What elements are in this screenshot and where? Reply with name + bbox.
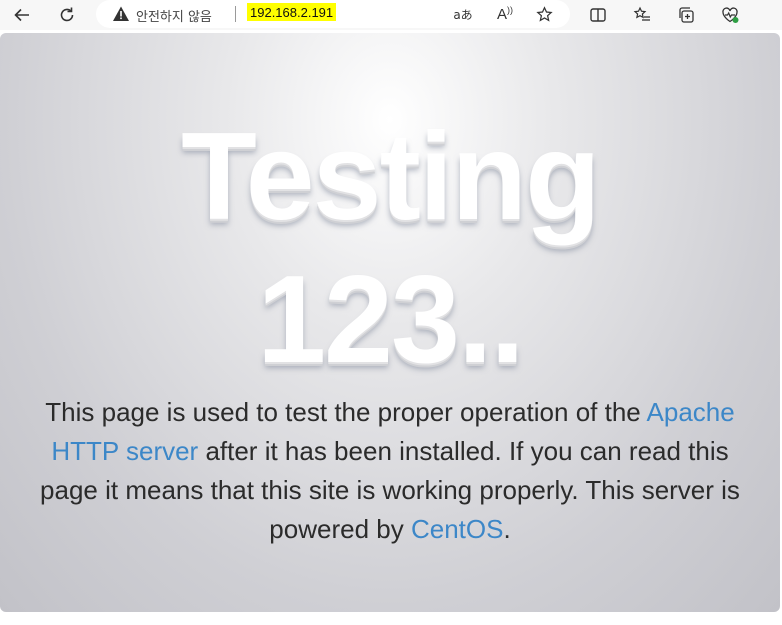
read-aloud-icon: A: [496, 5, 507, 23]
security-status-label[interactable]: 안전하지 않음: [136, 6, 212, 25]
star-icon: [535, 5, 553, 22]
back-arrow-icon: [14, 8, 29, 22]
headline-123: 123..: [257, 251, 525, 389]
description-paragraph: This page is used to test the proper ope…: [40, 393, 740, 549]
centos-link[interactable]: CentOS: [411, 514, 504, 544]
browser-toolbar: 안전하지 않음 192.168.2.191 aあ A)): [0, 0, 782, 30]
url-text[interactable]: 192.168.2.191: [247, 3, 337, 21]
translate-button[interactable]: aあ: [452, 4, 474, 24]
page-viewport: Testing 123.. This page is used to test …: [0, 33, 780, 612]
description-text-part3: .: [503, 514, 511, 544]
back-button[interactable]: [9, 3, 35, 27]
collections-icon: [679, 7, 694, 23]
favorite-button[interactable]: [533, 4, 555, 24]
headline-testing: Testing: [181, 108, 601, 246]
browser-essentials-button[interactable]: [717, 3, 743, 27]
split-screen-button[interactable]: [585, 3, 611, 27]
address-bar[interactable]: 안전하지 않음 192.168.2.191 aあ A)): [96, 0, 570, 28]
collections-button[interactable]: [673, 3, 699, 27]
address-separator: [235, 6, 236, 22]
favorites-button[interactable]: [629, 3, 655, 27]
favorites-list-icon: [633, 6, 650, 21]
description-text-part1: This page is used to test the proper ope…: [45, 397, 647, 427]
browser-essentials-icon: [722, 7, 739, 23]
refresh-icon: [60, 7, 74, 22]
translate-icon: aあ: [453, 7, 473, 22]
read-aloud-button[interactable]: A)): [494, 4, 516, 24]
refresh-button[interactable]: [54, 3, 80, 27]
split-screen-icon: [590, 8, 606, 22]
warning-icon[interactable]: [112, 5, 130, 23]
